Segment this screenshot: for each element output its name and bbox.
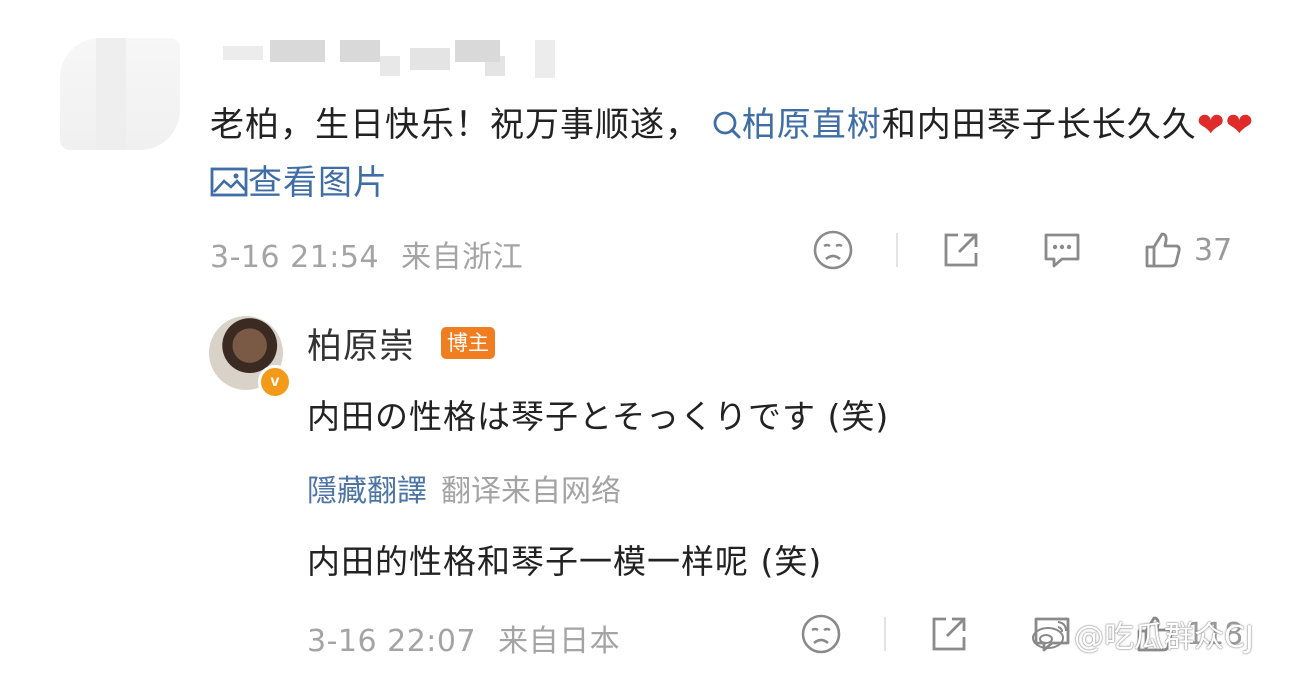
divider <box>896 233 898 267</box>
watermark: @吃瓜群众CJ <box>1030 612 1254 656</box>
reply-text: 内田の性格は琴子とそっくりです (笑) <box>307 397 890 436</box>
translated-text: 内田的性格和琴子一模一样呢 (笑) <box>307 542 823 581</box>
watermark-text: @吃瓜群众CJ <box>1074 620 1254 655</box>
weibo-logo-icon <box>1032 621 1067 649</box>
verified-badge: v <box>258 365 292 399</box>
sad-face-icon <box>813 230 853 270</box>
search-link-text: 柏原直树 <box>741 105 882 145</box>
reply-location: 来自日本 <box>498 624 621 659</box>
like-icon <box>1145 232 1181 268</box>
dislike-button[interactable] <box>812 230 854 270</box>
hide-translation-link[interactable]: 隱藏翻譯 <box>307 474 427 509</box>
search-icon <box>713 111 741 139</box>
dislike-button[interactable] <box>800 614 842 654</box>
share-icon <box>944 233 978 267</box>
comment-icon <box>1044 233 1080 268</box>
comment-date: 3-16 21:54 <box>210 240 380 275</box>
like-button[interactable]: 37 <box>1142 230 1232 270</box>
reply-date: 3-16 22:07 <box>307 624 477 659</box>
comment-text-part2: 和内田琴子长长久久 <box>881 105 1197 145</box>
comment-meta: 3-16 21:54 来自浙江 <box>210 232 523 276</box>
blurred-avatar <box>60 38 180 150</box>
divider <box>884 617 886 651</box>
like-count: 37 <box>1194 232 1233 268</box>
share-button[interactable] <box>940 230 982 270</box>
blurred-username <box>215 40 575 80</box>
search-topic-link[interactable]: 柏原直树 <box>712 105 882 145</box>
reply-author-name[interactable]: 柏原崇 <box>307 318 415 369</box>
reply-button[interactable] <box>1040 230 1084 270</box>
heart-emoji: ❤ <box>1225 105 1255 144</box>
share-button[interactable] <box>928 614 970 654</box>
share-icon <box>932 617 966 651</box>
sad-face-icon <box>801 614 841 654</box>
comment-location: 来自浙江 <box>401 240 524 275</box>
comment-text-part1: 老柏，生日快乐！祝万事顺遂， <box>210 105 700 145</box>
view-image-link[interactable]: 查看图片 <box>210 163 388 203</box>
translation-source: 翻译来自网络 <box>441 474 621 509</box>
heart-emoji: ❤ <box>1196 105 1226 144</box>
image-icon <box>210 167 248 197</box>
view-image-text: 查看图片 <box>248 163 388 203</box>
comment-body: 老柏，生日快乐！祝万事顺遂， 柏原直树和内田琴子长长久久❤❤ 查看图片 <box>210 96 1260 212</box>
reply-meta: 3-16 22:07 来自日本 <box>307 616 620 660</box>
author-badge: 博主 <box>441 327 495 359</box>
translation-row: 隱藏翻譯 翻译来自网络 <box>307 466 621 510</box>
